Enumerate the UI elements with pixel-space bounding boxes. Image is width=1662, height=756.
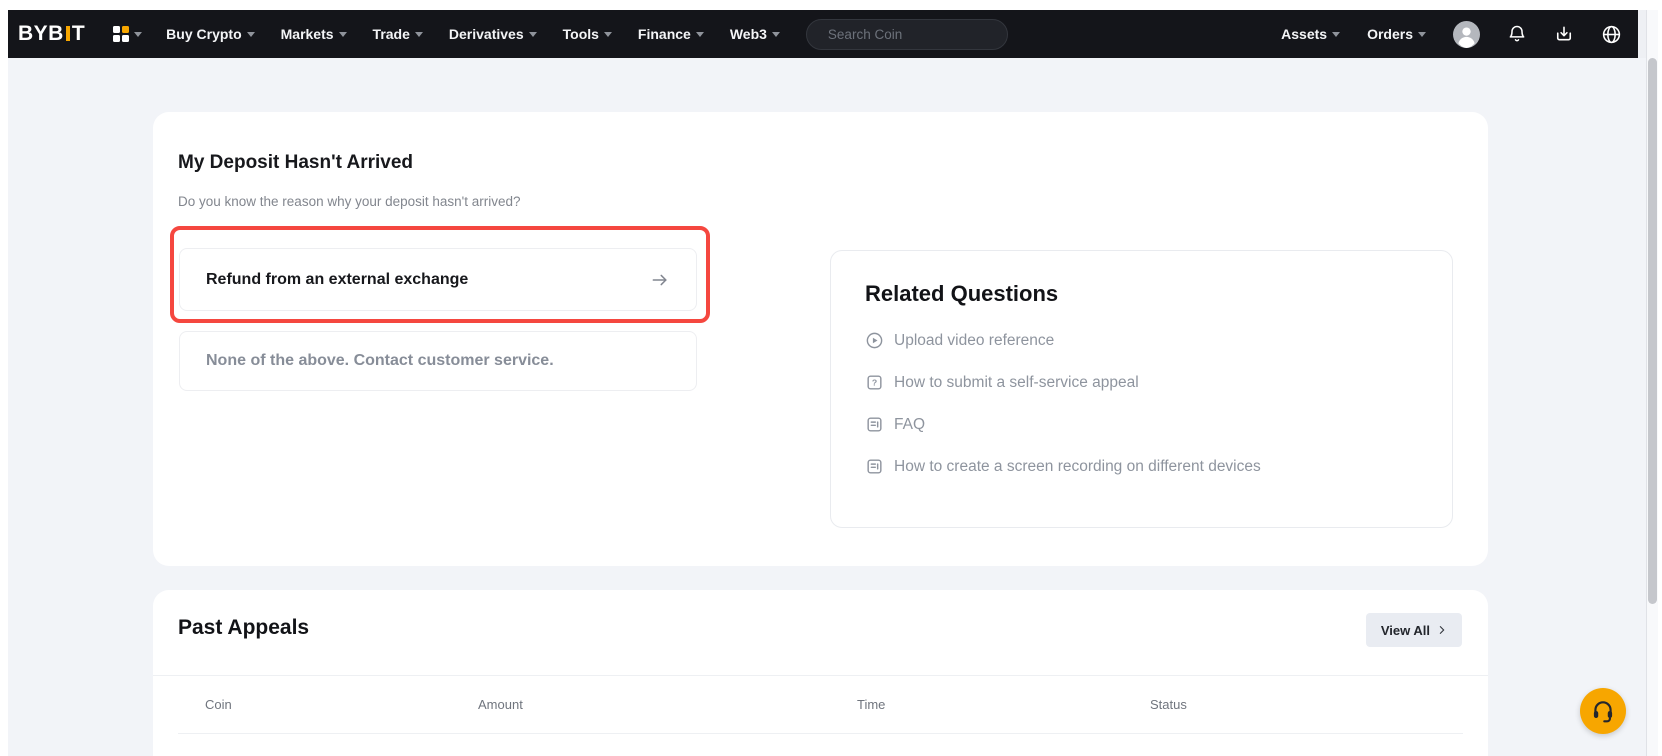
- nav-item-assets[interactable]: Assets: [1281, 26, 1340, 42]
- chevron-right-icon: [1437, 625, 1447, 635]
- apps-grid-icon[interactable]: [113, 26, 142, 42]
- scrollbar-thumb[interactable]: [1648, 58, 1657, 604]
- download-button[interactable]: [1554, 24, 1574, 44]
- nav-item-web3[interactable]: Web3: [730, 26, 780, 42]
- nav-item-label: Buy Crypto: [166, 26, 241, 42]
- related-questions-panel: Related Questions Upload video reference…: [830, 250, 1453, 528]
- coin-search-box[interactable]: [806, 19, 1008, 50]
- past-appeals-title: Past Appeals: [178, 616, 309, 640]
- question-doc-icon: ?: [865, 373, 884, 392]
- column-header-amount: Amount: [478, 697, 523, 712]
- logo-text-prefix: BYB: [18, 22, 64, 46]
- nav-item-label: Tools: [563, 26, 599, 42]
- notifications-button[interactable]: [1507, 24, 1527, 44]
- column-header-time: Time: [857, 697, 885, 712]
- nav-right-group: Assets Orders: [1281, 21, 1622, 48]
- related-link-self-service-appeal[interactable]: ? How to submit a self-service appeal: [865, 373, 1418, 392]
- nav-item-label: Trade: [373, 26, 410, 42]
- section-divider: [153, 675, 1488, 676]
- related-link-screen-recording[interactable]: How to create a screen recording on diff…: [865, 457, 1418, 476]
- language-button[interactable]: [1601, 24, 1622, 45]
- option-label: None of the above. Contact customer serv…: [206, 352, 554, 370]
- headset-icon: [1590, 698, 1616, 724]
- grid-cell: [113, 26, 120, 33]
- grid-cell: [113, 35, 120, 42]
- nav-right-gap: [1638, 10, 1646, 58]
- svg-text:?: ?: [872, 378, 877, 388]
- related-questions-title: Related Questions: [865, 281, 1418, 307]
- article-icon: [865, 457, 884, 476]
- option-label: Refund from an external exchange: [206, 271, 468, 289]
- chevron-down-icon: [696, 32, 704, 37]
- bell-icon: [1507, 24, 1527, 44]
- grid-cell: [122, 35, 129, 42]
- chevron-down-icon: [247, 32, 255, 37]
- nav-item-trade[interactable]: Trade: [373, 26, 423, 42]
- customer-support-button[interactable]: [1580, 688, 1626, 734]
- nav-item-orders[interactable]: Orders: [1367, 26, 1426, 42]
- nav-item-label: Markets: [281, 26, 334, 42]
- user-avatar-icon: [1453, 21, 1480, 48]
- nav-item-label: Derivatives: [449, 26, 524, 42]
- nav-item-label: Web3: [730, 26, 767, 42]
- arrow-right-icon: [650, 270, 670, 290]
- page-title: My Deposit Hasn't Arrived: [178, 152, 413, 174]
- download-icon: [1554, 24, 1574, 44]
- deposit-card: My Deposit Hasn't Arrived Do you know th…: [153, 112, 1488, 566]
- video-play-icon: [865, 331, 884, 350]
- chevron-down-icon: [1418, 32, 1426, 37]
- view-all-label: View All: [1381, 623, 1430, 638]
- related-link-label: How to submit a self-service appeal: [894, 374, 1139, 392]
- grid-cell-orange: [122, 26, 129, 33]
- related-link-label: How to create a screen recording on diff…: [894, 458, 1261, 476]
- avatar[interactable]: [1453, 21, 1480, 48]
- bybit-logo[interactable]: BYB T: [18, 22, 85, 46]
- related-link-label: FAQ: [894, 416, 925, 434]
- chevron-down-icon: [772, 32, 780, 37]
- globe-icon: [1601, 24, 1622, 45]
- nav-item-buy-crypto[interactable]: Buy Crypto: [166, 26, 254, 42]
- search-input[interactable]: [828, 27, 1005, 42]
- chevron-down-icon: [1332, 32, 1340, 37]
- appeals-table-header: Coin Amount Time Status: [153, 685, 1488, 725]
- table-header-divider: [178, 733, 1463, 734]
- related-link-label: Upload video reference: [894, 332, 1054, 350]
- chevron-down-icon: [604, 32, 612, 37]
- grid-cells: [113, 26, 129, 42]
- column-header-coin: Coin: [205, 697, 232, 712]
- top-navbar: BYB T Buy Crypto Markets Trade: [8, 10, 1638, 58]
- related-questions-list: Upload video reference ? How to submit a…: [865, 331, 1418, 476]
- related-link-faq[interactable]: FAQ: [865, 415, 1418, 434]
- option-contact-customer-service[interactable]: None of the above. Contact customer serv…: [179, 331, 697, 391]
- page-subtitle: Do you know the reason why your deposit …: [178, 194, 521, 209]
- nav-item-derivatives[interactable]: Derivatives: [449, 26, 537, 42]
- chevron-down-icon: [339, 32, 347, 37]
- nav-item-label: Orders: [1367, 26, 1413, 42]
- view-all-button[interactable]: View All: [1366, 613, 1462, 647]
- related-link-upload-video[interactable]: Upload video reference: [865, 331, 1418, 350]
- nav-item-finance[interactable]: Finance: [638, 26, 704, 42]
- nav-item-markets[interactable]: Markets: [281, 26, 347, 42]
- chevron-down-icon: [415, 32, 423, 37]
- logo-text-suffix: T: [72, 22, 85, 46]
- logo-orange-i: [66, 26, 70, 41]
- nav-item-label: Finance: [638, 26, 691, 42]
- past-appeals-card: Past Appeals View All Coin Amount Time S…: [153, 590, 1488, 756]
- chevron-down-icon: [134, 32, 142, 37]
- chevron-down-icon: [529, 32, 537, 37]
- option-refund-external-exchange[interactable]: Refund from an external exchange: [179, 248, 697, 311]
- column-header-status: Status: [1150, 697, 1187, 712]
- nav-menu: Buy Crypto Markets Trade Derivatives Too…: [166, 26, 780, 42]
- nav-item-label: Assets: [1281, 26, 1327, 42]
- article-icon: [865, 415, 884, 434]
- nav-item-tools[interactable]: Tools: [563, 26, 612, 42]
- screenshot-frame: BYB T Buy Crypto Markets Trade: [0, 0, 1662, 756]
